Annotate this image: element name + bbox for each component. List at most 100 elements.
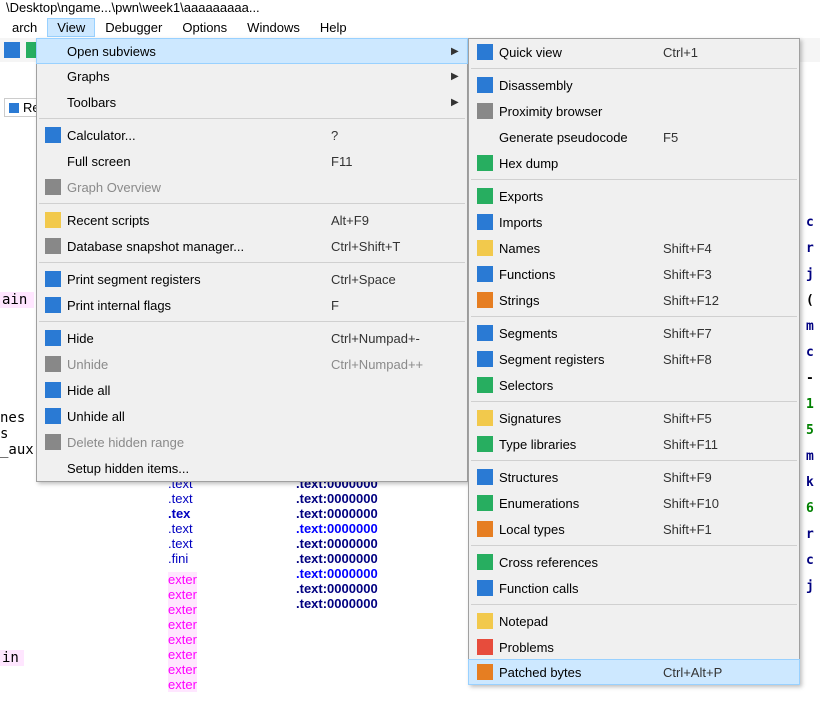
bg-seglist: .text.text.tex.text.text.fini — [168, 476, 193, 566]
menu-icon-cell — [471, 325, 499, 341]
menu-item-label: Structures — [499, 470, 663, 485]
menu-item-shortcut: Shift+F4 — [663, 241, 783, 256]
subviews-menu-item-segment-registers[interactable]: Segment registersShift+F8 — [469, 346, 799, 372]
menu-item-shortcut: F5 — [663, 130, 783, 145]
subviews-menu-item-type-libraries[interactable]: Type librariesShift+F11 — [469, 431, 799, 457]
menu-icon-cell — [39, 297, 67, 313]
toolbar-icon[interactable] — [4, 42, 20, 58]
subviews-menu-item-proximity-browser[interactable]: Proximity browser — [469, 98, 799, 124]
view-menu-item-full-screen[interactable]: Full screenF11 — [37, 148, 467, 174]
view-menu-item-open-subviews[interactable]: Open subviews▶ — [36, 38, 468, 64]
view-menu-item-database-snapshot-manager-[interactable]: Database snapshot manager...Ctrl+Shift+T — [37, 233, 467, 259]
view-menu-item-toolbars[interactable]: Toolbars▶ — [37, 89, 467, 115]
menu-item-label: Print segment registers — [67, 272, 331, 287]
menubar-item-arch[interactable]: arch — [2, 18, 47, 37]
view-menu-item-graphs[interactable]: Graphs▶ — [37, 63, 467, 89]
subviews-menu-item-cross-references[interactable]: Cross references — [469, 549, 799, 575]
str-icon — [477, 292, 493, 308]
menu-item-shortcut: Alt+F9 — [331, 213, 451, 228]
subviews-menu-item-problems[interactable]: Problems — [469, 634, 799, 660]
subviews-menu-item-structures[interactable]: StructuresShift+F9 — [469, 464, 799, 490]
menu-icon-cell — [471, 639, 499, 655]
menu-item-shortcut: Ctrl+Numpad+- — [331, 331, 451, 346]
menubar-item-help[interactable]: Help — [310, 18, 357, 37]
view-menu-item-calculator-[interactable]: Calculator...? — [37, 122, 467, 148]
view-menu-item-hide-all[interactable]: Hide all — [37, 377, 467, 403]
disasm-icon — [477, 77, 493, 93]
subviews-menu-item-segments[interactable]: SegmentsShift+F7 — [469, 320, 799, 346]
menu-item-label: Patched bytes — [499, 665, 663, 680]
menu-separator — [39, 118, 465, 119]
plus-icon — [45, 356, 61, 372]
menu-item-label: Quick view — [499, 45, 663, 60]
subviews-menu-item-names[interactable]: NamesShift+F4 — [469, 235, 799, 261]
menu-icon-cell — [39, 330, 67, 346]
menu-item-label: Database snapshot manager... — [67, 239, 331, 254]
menu-item-shortcut: Shift+F8 — [663, 352, 783, 367]
menu-icon-cell — [471, 613, 499, 629]
subviews-menu-item-generate-pseudocode[interactable]: Generate pseudocodeF5 — [469, 124, 799, 150]
menu-item-shortcut: Shift+F9 — [663, 470, 783, 485]
menu-item-label: Function calls — [499, 581, 663, 596]
subviews-menu-item-strings[interactable]: StringsShift+F12 — [469, 287, 799, 313]
subviews-menu-item-local-types[interactable]: Local typesShift+F1 — [469, 516, 799, 542]
bg-textlines: .text:0000000.text:0000000.text:0000000.… — [296, 476, 378, 611]
menu-item-label: Exports — [499, 189, 663, 204]
subviews-menu-item-enumerations[interactable]: EnumerationsShift+F10 — [469, 490, 799, 516]
menu-icon-cell — [471, 129, 499, 145]
subviews-menu-item-imports[interactable]: Imports — [469, 209, 799, 235]
menu-item-shortcut: Shift+F12 — [663, 293, 783, 308]
menu-item-label: Hide all — [67, 383, 331, 398]
view-menu-item-recent-scripts[interactable]: Recent scriptsAlt+F9 — [37, 207, 467, 233]
menu-icon-cell — [471, 377, 499, 393]
menu-item-shortcut: Ctrl+Numpad++ — [331, 357, 451, 372]
menubar-item-options[interactable]: Options — [172, 18, 237, 37]
subviews-menu-item-function-calls[interactable]: Function calls — [469, 575, 799, 601]
view-menu-item-setup-hidden-items-[interactable]: Setup hidden items... — [37, 455, 467, 481]
names-icon — [477, 240, 493, 256]
subviews-menu-item-notepad[interactable]: Notepad — [469, 608, 799, 634]
imp-icon — [477, 214, 493, 230]
blank-icon — [45, 43, 61, 59]
subviews-menu-item-selectors[interactable]: Selectors — [469, 372, 799, 398]
menu-item-shortcut: F11 — [331, 154, 451, 169]
subviews-menu-item-patched-bytes[interactable]: Patched bytesCtrl+Alt+P — [468, 659, 800, 685]
menu-icon-cell — [471, 214, 499, 230]
subviews-menu-item-quick-view[interactable]: Quick viewCtrl+1 — [469, 39, 799, 65]
view-menu-item-hide[interactable]: HideCtrl+Numpad+- — [37, 325, 467, 351]
subviews-menu-item-exports[interactable]: Exports — [469, 183, 799, 209]
menu-item-label: Enumerations — [499, 496, 663, 511]
info-icon — [45, 297, 61, 313]
xref-icon — [477, 554, 493, 570]
menubar-item-debugger[interactable]: Debugger — [95, 18, 172, 37]
menu-icon-cell — [39, 179, 67, 195]
fcalls-icon — [477, 580, 493, 596]
menubar-item-windows[interactable]: Windows — [237, 18, 310, 37]
menu-item-label: Disassembly — [499, 78, 663, 93]
menubar-item-view[interactable]: View — [47, 18, 95, 37]
tab-icon — [9, 103, 19, 113]
quick-icon — [477, 44, 493, 60]
menu-item-label: Proximity browser — [499, 104, 663, 119]
minus2-icon — [45, 382, 61, 398]
menu-icon-cell — [39, 382, 67, 398]
subviews-menu-item-signatures[interactable]: SignaturesShift+F5 — [469, 405, 799, 431]
menu-icon-cell — [471, 155, 499, 171]
view-menu-item-unhide-all[interactable]: Unhide all — [37, 403, 467, 429]
menu-icon-cell — [471, 77, 499, 93]
menu-item-label: Print internal flags — [67, 298, 331, 313]
menu-icon-cell — [471, 495, 499, 511]
menu-icon-cell — [471, 351, 499, 367]
view-menu-item-print-internal-flags[interactable]: Print internal flagsF — [37, 292, 467, 318]
subviews-menu-item-functions[interactable]: FunctionsShift+F3 — [469, 261, 799, 287]
view-menu-item-unhide: UnhideCtrl+Numpad++ — [37, 351, 467, 377]
menu-item-label: Cross references — [499, 555, 663, 570]
subviews-menu-item-hex-dump[interactable]: Hex dump — [469, 150, 799, 176]
regs-icon — [477, 351, 493, 367]
view-menu-item-print-segment-registers[interactable]: Print segment registersCtrl+Space — [37, 266, 467, 292]
tree-icon — [45, 238, 61, 254]
menu-icon-cell — [471, 292, 499, 308]
menu-icon-cell — [39, 212, 67, 228]
subviews-menu-item-disassembly[interactable]: Disassembly — [469, 72, 799, 98]
note-icon — [477, 613, 493, 629]
